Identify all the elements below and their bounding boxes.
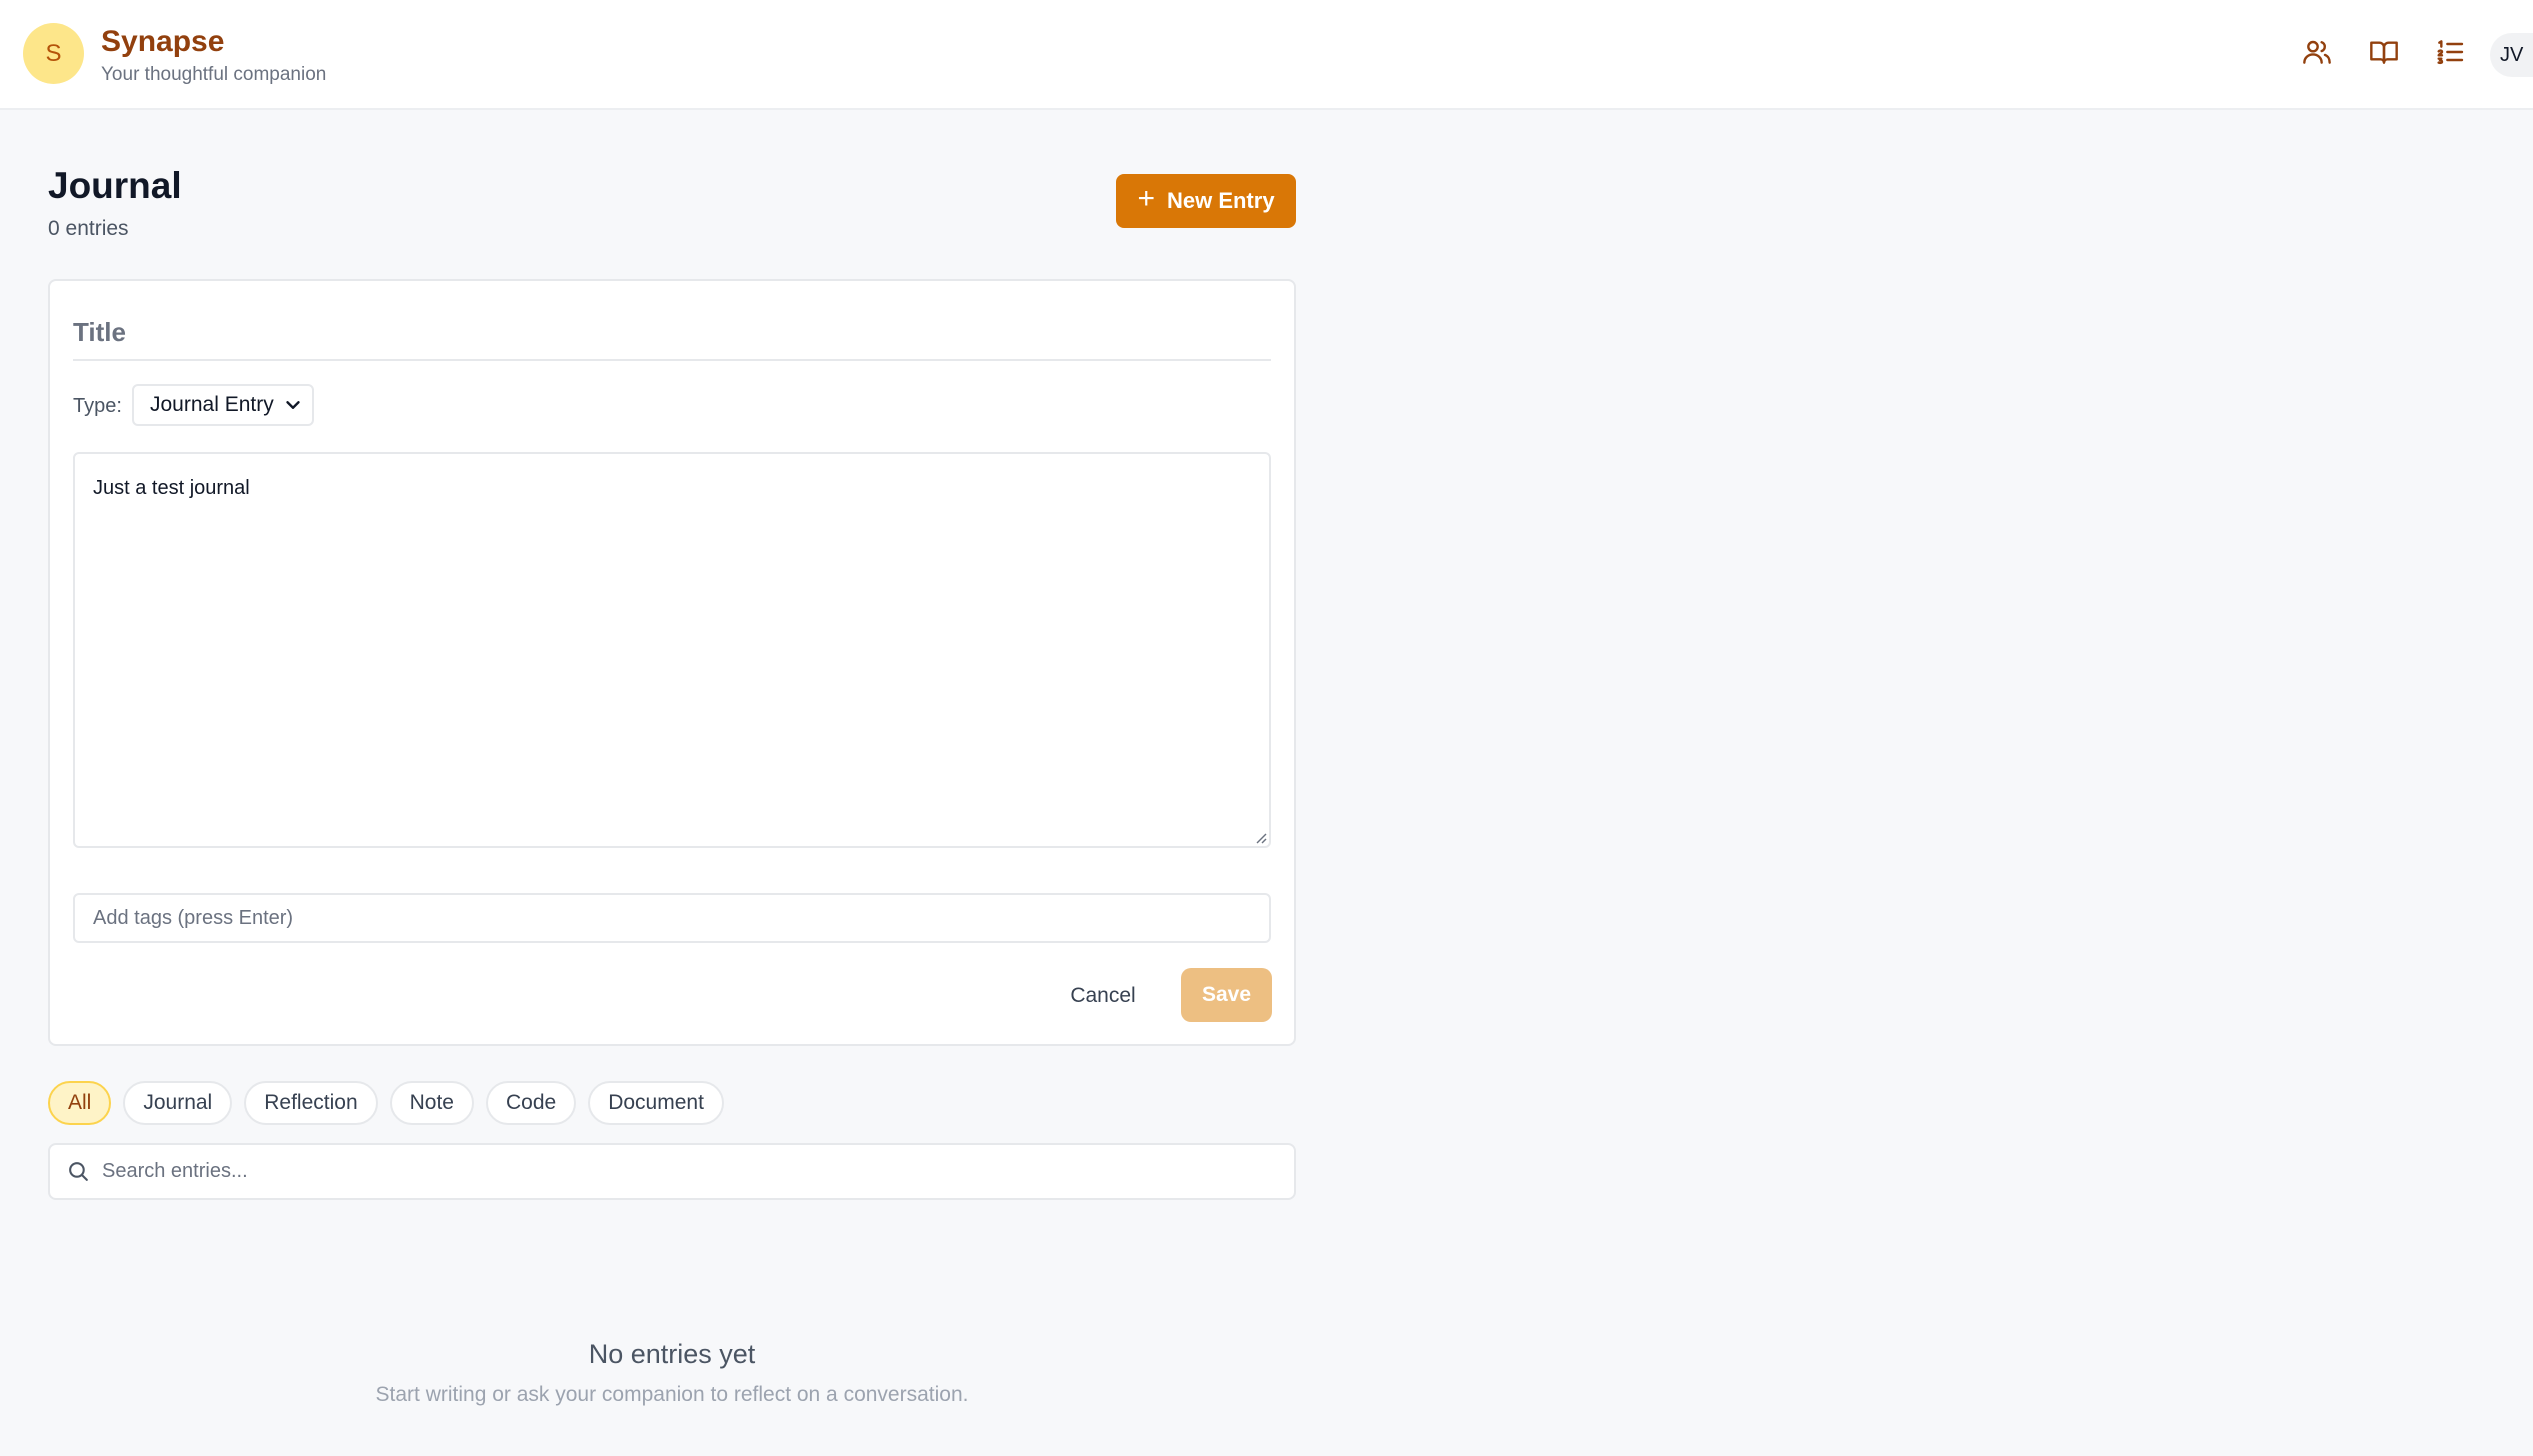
empty-state-subtitle: Start writing or ask your companion to r… [375, 1383, 969, 1406]
empty-state-title: No entries yet [588, 1339, 756, 1369]
users-icon[interactable] [2299, 34, 2335, 70]
search-box [48, 1143, 1296, 1200]
search-icon [69, 1162, 88, 1181]
search-input[interactable] [102, 1145, 1282, 1198]
entry-body-text: Just a test journal [93, 477, 250, 499]
filter-chip-reflection[interactable]: Reflection [244, 1081, 378, 1125]
filter-chip-journal[interactable]: Journal [123, 1081, 233, 1125]
app-title: Synapse [101, 25, 225, 58]
app-logo: S [23, 23, 84, 84]
page-title: Journal [48, 165, 182, 206]
new-entry-label: New Entry [1166, 188, 1275, 213]
type-select-value: Journal Entry [150, 393, 274, 416]
list-ordered-icon[interactable] [2432, 34, 2468, 70]
chevron-down-icon [286, 401, 300, 409]
title-input[interactable] [73, 305, 1271, 361]
type-select[interactable]: Journal Entry [132, 384, 314, 426]
filter-chip-document[interactable]: Document [588, 1081, 724, 1125]
entry-body-textarea[interactable]: Just a test journal [73, 452, 1271, 848]
type-filter-bar: All Journal Reflection Note Code Documen… [48, 1081, 724, 1127]
filter-chip-code[interactable]: Code [485, 1081, 577, 1125]
save-button[interactable]: Save [1181, 968, 1272, 1022]
tags-input[interactable] [73, 893, 1271, 943]
filter-chip-note[interactable]: Note [389, 1081, 474, 1125]
cancel-button[interactable]: Cancel [1050, 969, 1156, 1023]
filter-chip-all[interactable]: All [48, 1081, 112, 1125]
entry-count: 0 entries [48, 217, 129, 240]
book-open-icon[interactable] [2366, 34, 2402, 70]
app-subtitle: Your thoughtful companion [101, 64, 327, 85]
plus-icon: + [1137, 182, 1155, 215]
user-avatar[interactable]: JV [2490, 33, 2533, 77]
resize-handle-icon[interactable] [1253, 830, 1267, 844]
type-label: Type: [73, 395, 122, 417]
new-entry-button[interactable]: + New Entry [1116, 174, 1296, 228]
top-header: S Synapse Your thoughtful companion JV [0, 0, 2533, 110]
entry-editor-card: Type: Journal Entry Just a test journal … [48, 279, 1296, 1046]
